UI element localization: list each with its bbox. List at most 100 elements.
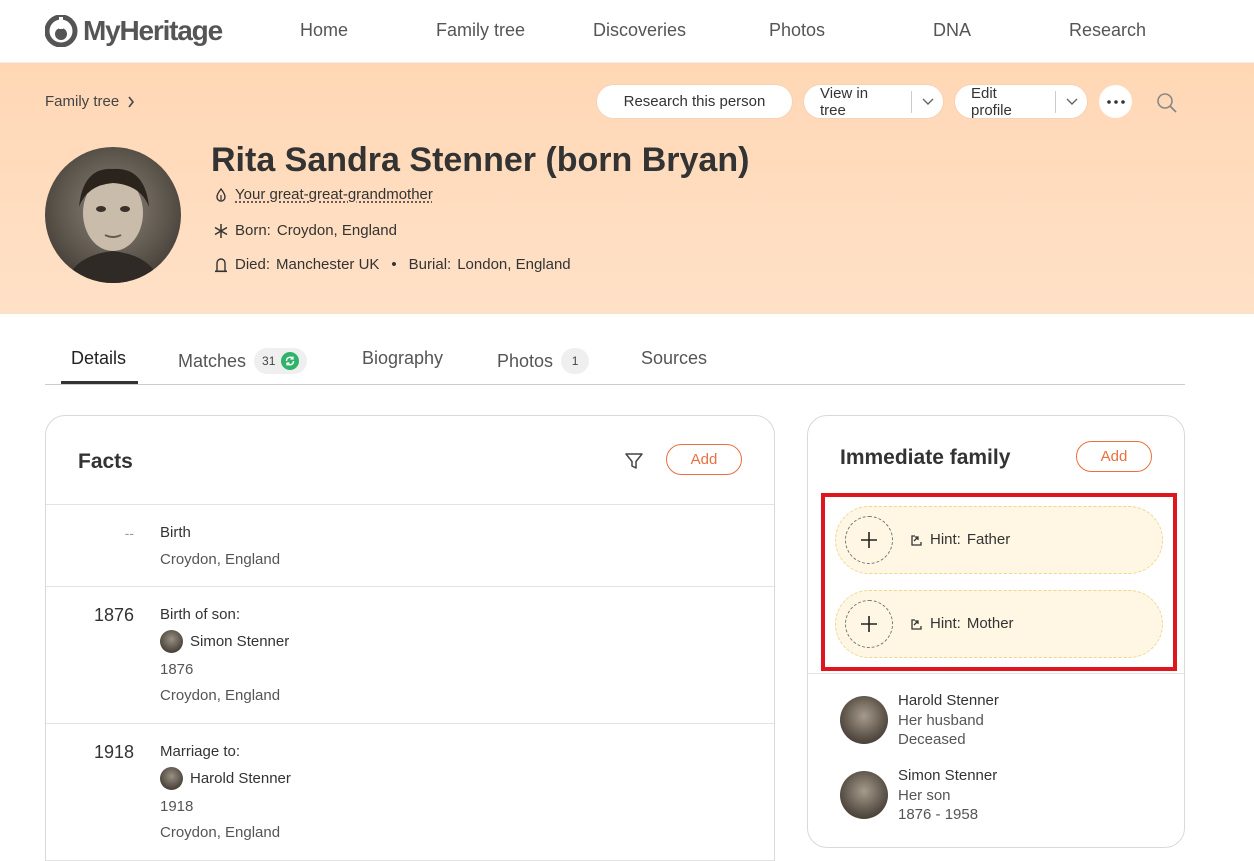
died-info: Died: Manchester UK • Burial: London, En…: [213, 256, 571, 273]
chevron-down-icon[interactable]: [1056, 98, 1087, 106]
add-family-button[interactable]: Add: [1076, 441, 1152, 472]
fact-row[interactable]: 1918 Marriage to: Harold Stenner 1918 Cr…: [46, 723, 774, 860]
died-label: Died:: [235, 256, 271, 273]
matches-count-badge: 31: [254, 348, 308, 374]
relationship-icon: [216, 187, 226, 202]
headstone-icon: [215, 257, 227, 272]
breadcrumb-family-tree[interactable]: Family tree: [45, 93, 119, 110]
myheritage-logo[interactable]: MyHeritage: [45, 14, 223, 48]
logo-text: MyHeritage: [83, 15, 223, 46]
chevron-right-icon: [128, 96, 135, 107]
search-icon[interactable]: [1156, 92, 1178, 114]
fact-date: 1918: [160, 798, 194, 815]
family-member[interactable]: Harold Stenner Her husband Deceased: [840, 692, 1170, 748]
plus-icon[interactable]: [845, 600, 893, 648]
member-name[interactable]: Simon Stenner: [898, 767, 997, 784]
matches-count: 31: [262, 354, 276, 368]
facts-title: Facts: [78, 450, 133, 473]
member-status: 1876 - 1958: [898, 806, 979, 823]
portrait-image: [65, 168, 161, 283]
hint-mother[interactable]: Hint: Mother: [835, 590, 1163, 658]
member-relation: Her son: [898, 787, 951, 804]
person-avatar: [160, 767, 183, 790]
tab-sources[interactable]: Sources: [641, 348, 707, 369]
fact-year: 1876: [93, 605, 134, 625]
burial-place: London, England: [457, 256, 571, 273]
immediate-family-card: Immediate family Add Hint: Father Hint: …: [807, 415, 1185, 848]
relationship-link[interactable]: Your great-great-grandmother: [213, 186, 433, 203]
fact-place: Croydon, England: [160, 824, 281, 841]
died-place: Manchester UK: [276, 256, 380, 273]
view-in-tree-button[interactable]: View in tree: [804, 85, 943, 119]
nav-family-tree[interactable]: Family tree: [436, 20, 525, 41]
active-tab-indicator: [61, 381, 138, 384]
research-person-button[interactable]: Research this person: [597, 85, 792, 118]
member-relation: Her husband: [898, 712, 984, 729]
fact-place: Croydon, England: [160, 687, 281, 704]
profile-photo[interactable]: [45, 147, 181, 283]
family-member[interactable]: Simon Stenner Her son 1876 - 1958: [840, 767, 1170, 823]
filter-icon[interactable]: [624, 451, 644, 471]
hint-mother-label: Hint: Mother: [910, 615, 1014, 632]
hint-add-icon: [911, 618, 922, 630]
research-person-label: Research this person: [623, 93, 766, 110]
burial-label: Burial:: [408, 256, 452, 273]
member-name[interactable]: Harold Stenner: [898, 692, 999, 709]
tab-photos[interactable]: Photos 1: [497, 348, 590, 374]
born-info: Born: Croydon, England: [213, 222, 397, 239]
fact-person-link[interactable]: Simon Stenner: [160, 630, 289, 653]
fact-title: Birth of son:: [160, 606, 241, 623]
fact-date: 1876: [160, 661, 194, 678]
edit-profile-label: Edit profile: [971, 84, 1012, 119]
immediate-family-title: Immediate family: [840, 446, 1011, 469]
nav-discoveries[interactable]: Discoveries: [593, 20, 686, 41]
tab-details-label: Details: [71, 348, 127, 368]
person-name: Rita Sandra Stenner (born Bryan): [211, 141, 750, 179]
tab-biography-label: Biography: [362, 348, 444, 368]
person-avatar: [160, 630, 183, 653]
logo-mark-icon: [45, 15, 78, 47]
birth-asterisk-icon: [214, 223, 228, 238]
hint-father[interactable]: Hint: Father: [835, 506, 1163, 574]
born-place: Croydon, England: [276, 222, 397, 239]
fact-year: 1918: [93, 742, 134, 762]
plus-icon[interactable]: [845, 516, 893, 564]
nav-home[interactable]: Home: [300, 20, 348, 41]
add-fact-button[interactable]: Add: [666, 444, 742, 475]
hint-add-icon: [911, 534, 922, 546]
hint-relation: Father: [966, 531, 1011, 548]
fact-title: Birth: [160, 524, 191, 541]
fact-year: --: [124, 525, 134, 541]
hint-father-label: Hint: Father: [910, 531, 1010, 548]
member-avatar: [840, 771, 888, 819]
tab-details[interactable]: Details: [71, 348, 126, 369]
fact-row[interactable]: -- Birth Croydon, England: [46, 504, 774, 586]
fact-row[interactable]: 1876 Birth of son: Simon Stenner 1876 Cr…: [46, 586, 774, 723]
facts-card: Facts Add -- Birth Croydon, England 1876…: [45, 415, 775, 861]
edit-profile-button[interactable]: Edit profile: [955, 84, 1087, 119]
fact-place: Croydon, England: [160, 551, 281, 568]
tab-sources-label: Sources: [641, 348, 708, 368]
fact-title: Marriage to:: [160, 743, 241, 760]
top-navigation: MyHeritage Home Family tree Discoveries …: [0, 0, 1254, 63]
sync-icon: [281, 352, 300, 370]
breadcrumb[interactable]: Family tree: [45, 93, 135, 110]
tab-biography[interactable]: Biography: [362, 348, 443, 369]
nav-photos[interactable]: Photos: [769, 20, 825, 41]
profile-tabs: Details Matches 31 Biography Photos 1 So…: [45, 336, 1185, 385]
nav-research[interactable]: Research: [1069, 20, 1146, 41]
relationship-text[interactable]: Your great-great-grandmother: [235, 186, 433, 203]
fact-person-name: Simon Stenner: [190, 633, 290, 650]
profile-header: Family tree Research this person View in…: [0, 63, 1254, 314]
tab-matches[interactable]: Matches 31: [178, 348, 308, 374]
fact-person-name: Harold Stenner: [190, 770, 291, 787]
chevron-down-icon[interactable]: [912, 98, 943, 106]
divider: [808, 673, 1184, 674]
tab-matches-label: Matches: [178, 350, 247, 371]
nav-dna[interactable]: DNA: [933, 20, 971, 41]
member-status: Deceased: [898, 731, 966, 748]
more-options-button[interactable]: [1099, 85, 1132, 118]
fact-person-link[interactable]: Harold Stenner: [160, 767, 291, 790]
more-dots-icon: [1106, 99, 1125, 104]
separator-dot: •: [391, 256, 397, 273]
